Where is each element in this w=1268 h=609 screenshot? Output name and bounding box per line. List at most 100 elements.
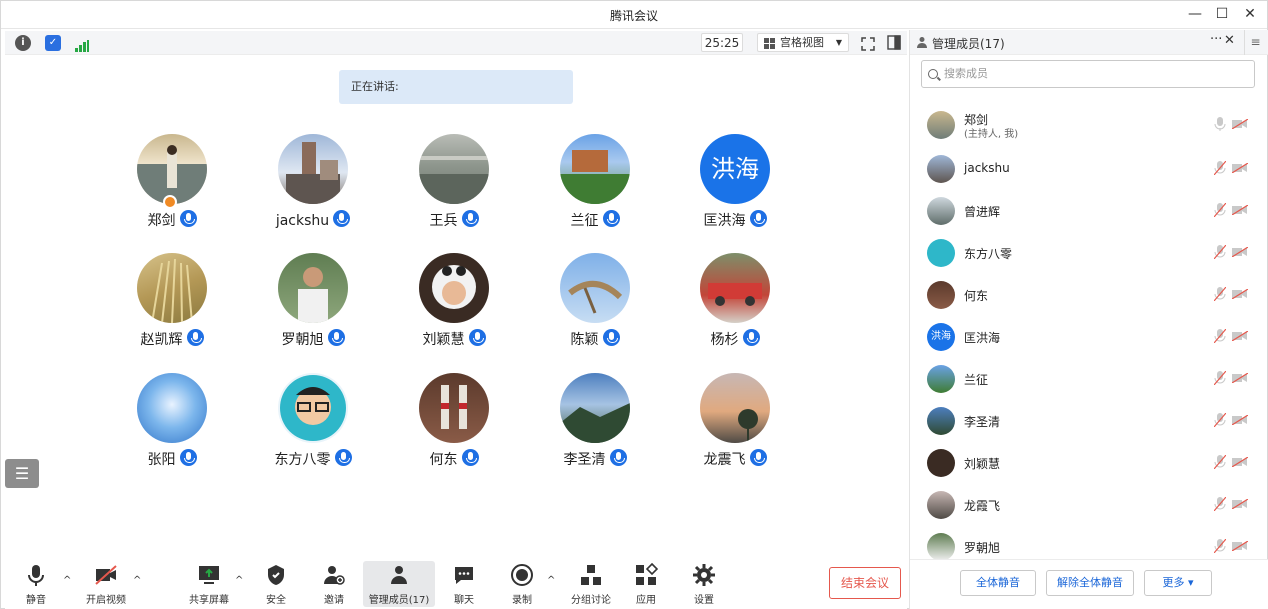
mic-muted-icon[interactable]: [1214, 371, 1226, 385]
share-screen-button[interactable]: 共享屏幕: [187, 561, 231, 607]
camera-off-icon[interactable]: [1232, 119, 1248, 129]
apps-button[interactable]: 应用: [629, 561, 663, 607]
mic-muted-icon[interactable]: [1214, 497, 1226, 511]
member-row[interactable]: 兰征: [910, 357, 1268, 399]
breakout-rooms-button[interactable]: 分组讨论: [565, 561, 617, 607]
settings-button[interactable]: 设置: [687, 561, 721, 607]
security-button[interactable]: 安全: [259, 561, 293, 607]
mute-label: 静音: [26, 595, 46, 606]
mic-muted-icon[interactable]: [1214, 539, 1226, 553]
member-row[interactable]: 龙霞飞: [910, 483, 1268, 525]
participant-tile[interactable]: 陈颖: [525, 253, 665, 363]
mic-muted-icon[interactable]: [1214, 161, 1226, 175]
avatar: 洪海: [700, 134, 770, 204]
mute-all-button[interactable]: 全体静音: [960, 570, 1036, 596]
camera-off-icon[interactable]: [1232, 457, 1248, 467]
more-options-icon[interactable]: ···: [1210, 32, 1222, 47]
member-search-input[interactable]: 搜索成员: [921, 60, 1255, 88]
start-video-button[interactable]: 开启视频: [79, 561, 133, 607]
shield-icon: [268, 565, 284, 585]
chat-button[interactable]: 聊天: [447, 561, 481, 607]
mic-on-icon: [327, 329, 345, 346]
participant-tile[interactable]: 何东: [384, 373, 524, 483]
member-row[interactable]: 洪海 匡洪海: [910, 315, 1268, 357]
shield-icon[interactable]: ✓: [45, 35, 61, 51]
mute-button[interactable]: 静音: [19, 561, 53, 607]
record-icon: [511, 564, 533, 586]
mute-options-caret-icon[interactable]: ^: [63, 575, 71, 586]
member-row[interactable]: jackshu: [910, 147, 1268, 189]
camera-off-icon[interactable]: [1232, 499, 1248, 509]
gear-icon: [693, 564, 715, 586]
grid-icon: [764, 38, 775, 49]
participant-tile[interactable]: 刘颖慧: [384, 253, 524, 363]
participant-tile[interactable]: 东方八零: [243, 373, 383, 483]
camera-off-icon[interactable]: [1232, 415, 1248, 425]
manage-members-button[interactable]: 管理成员(17): [363, 561, 435, 607]
participant-tile[interactable]: 李圣清: [525, 373, 665, 483]
camera-off-icon[interactable]: [1232, 247, 1248, 257]
end-meeting-button[interactable]: 结束会议: [829, 567, 901, 599]
member-row[interactable]: 曾进辉: [910, 189, 1268, 231]
record-options-caret-icon[interactable]: ^: [547, 575, 555, 586]
avatar: [137, 134, 207, 204]
participant-tile[interactable]: 龙震飞: [665, 373, 805, 483]
participant-tile[interactable]: 兰征: [525, 134, 665, 244]
fullscreen-icon[interactable]: [861, 36, 875, 51]
host-badge-icon: [163, 195, 177, 209]
unmute-all-button[interactable]: 解除全体静音: [1046, 570, 1134, 596]
member-row[interactable]: 何东: [910, 273, 1268, 315]
close-icon[interactable]: ✕: [1238, 4, 1262, 24]
participant-tile[interactable]: 赵凯辉: [102, 253, 242, 363]
mic-muted-icon[interactable]: [1214, 245, 1226, 259]
members-panel-footer: 全体静音 解除全体静音 更多 ▾: [910, 559, 1268, 609]
mic-muted-icon[interactable]: [1214, 203, 1226, 217]
member-row[interactable]: 李圣清: [910, 399, 1268, 441]
participant-name: 匡洪海: [703, 213, 746, 229]
participant-name: 杨杉: [710, 332, 739, 348]
list-view-toggle[interactable]: ☰: [5, 459, 39, 488]
close-panel-icon[interactable]: ✕: [1224, 33, 1235, 48]
member-row[interactable]: 郑剑 (主持人, 我): [910, 103, 1268, 145]
avatar: [278, 253, 348, 323]
info-icon[interactable]: i: [15, 35, 31, 51]
mic-muted-icon[interactable]: [1214, 329, 1226, 343]
camera-off-icon[interactable]: [1232, 331, 1248, 341]
mic-muted-icon[interactable]: [1214, 413, 1226, 427]
apps-icon: [636, 563, 658, 585]
camera-off-icon[interactable]: [1232, 205, 1248, 215]
menu-icon[interactable]: ≡: [1244, 30, 1266, 55]
video-options-caret-icon[interactable]: ^: [133, 575, 141, 586]
invite-label: 邀请: [324, 595, 344, 606]
mic-icon[interactable]: [1214, 117, 1226, 131]
member-name: jackshu: [964, 161, 1010, 175]
member-row[interactable]: 东方八零: [910, 231, 1268, 273]
participant-tile[interactable]: jackshu: [243, 134, 383, 244]
member-name: 刘颖慧: [964, 457, 1001, 471]
participant-tile[interactable]: 洪海 匡洪海: [665, 134, 805, 244]
camera-off-icon[interactable]: [1232, 373, 1248, 383]
member-row[interactable]: 刘颖慧: [910, 441, 1268, 483]
avatar: [137, 253, 207, 323]
maximize-icon[interactable]: ☐: [1210, 4, 1234, 24]
camera-off-icon[interactable]: [1232, 541, 1248, 551]
camera-off-icon[interactable]: [1232, 289, 1248, 299]
participant-tile[interactable]: 罗朝旭: [243, 253, 383, 363]
camera-off-icon[interactable]: [1232, 163, 1248, 173]
record-button[interactable]: 录制: [505, 561, 539, 607]
minimize-icon[interactable]: —: [1183, 4, 1207, 24]
participant-tile[interactable]: 杨杉: [665, 253, 805, 363]
mic-muted-icon[interactable]: [1214, 455, 1226, 469]
participant-tile[interactable]: 郑剑: [102, 134, 242, 244]
participant-tile[interactable]: 王兵: [384, 134, 524, 244]
mic-muted-icon[interactable]: [1214, 287, 1226, 301]
share-options-caret-icon[interactable]: ^: [235, 575, 243, 586]
more-button[interactable]: 更多 ▾: [1144, 570, 1212, 596]
view-mode-dropdown[interactable]: 宫格视图 ▼: [757, 33, 849, 52]
invite-button[interactable]: 邀请: [317, 561, 351, 607]
participant-tile[interactable]: 张阳: [102, 373, 242, 483]
member-name: 何东: [964, 289, 989, 303]
sidebar-toggle-icon[interactable]: [887, 35, 901, 50]
signal-icon[interactable]: [75, 37, 89, 52]
participant-name: 赵凯辉: [140, 332, 183, 348]
